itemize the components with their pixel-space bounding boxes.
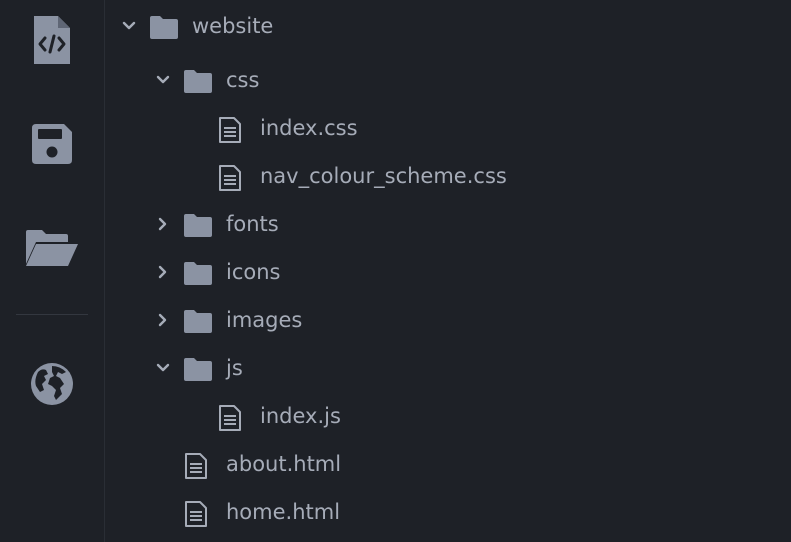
open-folder-button[interactable] (0, 216, 104, 280)
folder-icon (184, 70, 212, 93)
file-icon (185, 501, 207, 527)
tree-item-index-js[interactable]: index.js (105, 392, 791, 440)
tree-item-label: about.html (226, 452, 342, 476)
tree-item-label: home.html (226, 500, 341, 524)
chevron-right-icon[interactable] (155, 312, 171, 328)
tree-item-label: css (226, 68, 260, 92)
file-explorer-app: website css index.css nav_colour_scheme.… (0, 0, 791, 542)
chevron-right-icon[interactable] (155, 216, 171, 232)
tree-item-fonts[interactable]: fonts (105, 200, 791, 248)
tree-item-about-html[interactable]: about.html (105, 440, 791, 488)
folder-icon (150, 16, 178, 39)
code-file-button[interactable] (0, 8, 104, 72)
save-button[interactable] (0, 112, 104, 176)
tree-item-nav-colour-scheme-css[interactable]: nav_colour_scheme.css (105, 152, 791, 200)
tree-item-index-css[interactable]: index.css (105, 104, 791, 152)
file-icon (219, 117, 241, 143)
activity-bar (0, 0, 105, 542)
folder-icon (184, 358, 212, 381)
tree-item-label: icons (226, 260, 281, 284)
tree-item-website[interactable]: website (105, 2, 791, 50)
globe-button[interactable] (0, 352, 104, 416)
code-file-icon (34, 16, 70, 64)
folder-icon (184, 310, 212, 333)
activity-separator (16, 314, 88, 315)
tree-item-icons[interactable]: icons (105, 248, 791, 296)
tree-item-label: index.js (260, 404, 341, 428)
tree-item-label: index.css (260, 116, 358, 140)
globe-icon (31, 363, 73, 405)
tree-item-images[interactable]: images (105, 296, 791, 344)
tree-item-label: nav_colour_scheme.css (260, 164, 507, 188)
file-icon (185, 453, 207, 479)
folder-icon (184, 214, 212, 237)
save-icon (32, 124, 72, 164)
tree-item-js[interactable]: js (105, 344, 791, 392)
open-folder-icon (26, 230, 78, 266)
tree-item-home-html[interactable]: home.html (105, 488, 791, 536)
file-tree: website css index.css nav_colour_scheme.… (105, 0, 791, 542)
tree-item-label: images (226, 308, 303, 332)
tree-item-label: website (192, 14, 274, 38)
chevron-down-icon[interactable] (155, 72, 171, 88)
chevron-down-icon[interactable] (155, 360, 171, 376)
file-icon (219, 405, 241, 431)
folder-icon (184, 262, 212, 285)
chevron-right-icon[interactable] (155, 264, 171, 280)
file-icon (219, 165, 241, 191)
tree-item-label: fonts (226, 212, 279, 236)
tree-item-css[interactable]: css (105, 56, 791, 104)
tree-item-label: js (226, 356, 243, 380)
chevron-down-icon[interactable] (121, 18, 137, 34)
